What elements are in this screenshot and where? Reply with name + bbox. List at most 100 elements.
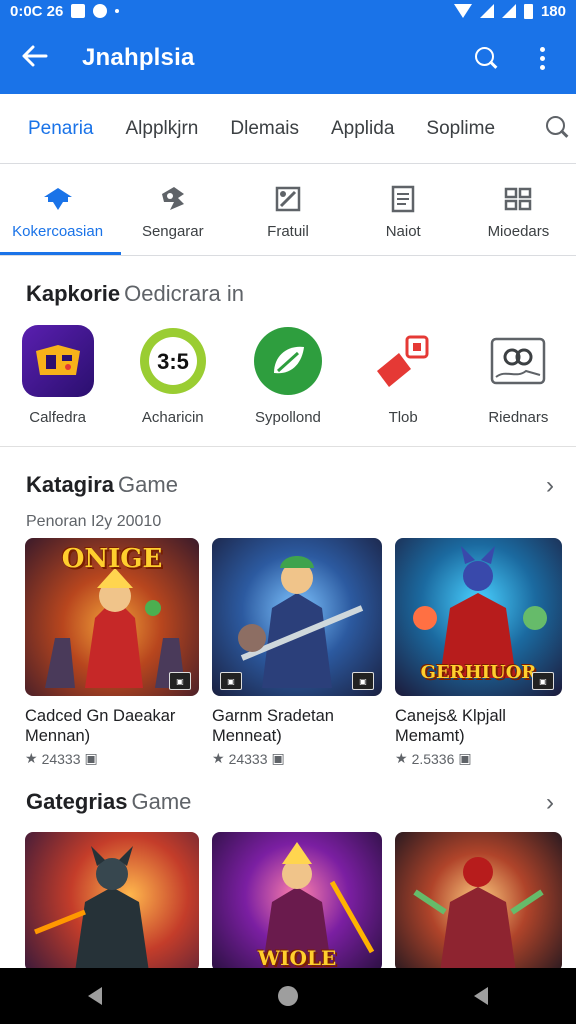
game-card[interactable]: [25, 832, 199, 972]
game-name: Garnm Sradetan Menneat): [212, 707, 334, 745]
search-icon: [475, 47, 497, 69]
section1-more-chevron-icon[interactable]: ›: [546, 472, 554, 500]
more-options-button[interactable]: [522, 38, 562, 78]
search-button[interactable]: [466, 38, 506, 78]
app-label: Acharicin: [141, 409, 204, 426]
svg-text:3:5: 3:5: [157, 349, 189, 374]
game-rating: ★ 2.5336 ▣: [395, 750, 562, 767]
category-label: Fratuil: [267, 223, 309, 240]
notification-icon: [71, 4, 86, 18]
wifi-icon: [453, 4, 472, 18]
home-icon: [43, 188, 72, 210]
nav-back-icon[interactable]: [88, 987, 102, 1005]
game-card[interactable]: WIOLE: [212, 832, 382, 972]
tab-4[interactable]: Soplime: [426, 118, 495, 140]
more-vert-icon: [539, 46, 545, 70]
star-icon: ★: [25, 750, 38, 766]
app-item[interactable]: 3:5 Acharicin: [115, 325, 230, 426]
top-tabs: Penaria Alpplkjrn Dlemais Applida Soplim…: [0, 94, 576, 164]
star-icon: ★: [395, 750, 408, 766]
battery-icon: [523, 3, 533, 19]
game-art: ONIGE ▣: [25, 538, 199, 696]
game-card[interactable]: [395, 832, 562, 972]
battery-text: 180: [540, 2, 566, 20]
game-card[interactable]: ▣ ▣ Garnm Sradetan Menneat) ★ 24333 ▣: [212, 538, 382, 767]
age-rating-badge: ▣: [220, 672, 242, 690]
app-item[interactable]: Sypollond: [230, 325, 345, 426]
system-nav-bar: [0, 968, 576, 1024]
category-tab-2[interactable]: Fratuil: [230, 164, 345, 255]
tab-1[interactable]: Alpplkjrn: [126, 118, 199, 140]
tab-3[interactable]: Applida: [331, 118, 394, 140]
game-card[interactable]: ONIGE ▣ Cadced Gn Daeakar Mennan) ★ 24333…: [25, 538, 199, 767]
pin-icon: [367, 325, 440, 397]
game-art: [395, 832, 562, 972]
game-name: Cadced Gn Daeakar Mennan): [25, 707, 176, 745]
app-bar: Jnahplsia: [0, 22, 576, 94]
divider: [0, 446, 576, 447]
recommended-title: Kapkorie Oedicrara in: [26, 281, 244, 307]
category-tab-1[interactable]: Sengarar: [115, 164, 230, 255]
section1-subtitle: Game: [118, 472, 178, 497]
game-art: WIOLE: [212, 832, 382, 972]
gamepad-icon: ▣: [84, 750, 98, 766]
app-header: 0:0C 26 180 Jnahplsia: [0, 0, 576, 94]
back-arrow-icon[interactable]: [22, 42, 62, 74]
game-rating: ★ 24333 ▣: [25, 750, 199, 767]
document-icon: [391, 185, 415, 213]
section2-subtitle: Game: [131, 789, 192, 814]
app-label: Sypollond: [255, 409, 321, 426]
signal-icon-2: [501, 4, 516, 18]
grid-icon: [505, 187, 532, 211]
game-rating: ★ 24333 ▣: [212, 750, 382, 767]
app-label: Tlob: [388, 409, 418, 426]
section2-heading: Gategrias: [26, 789, 128, 814]
section1-title: Katagira Game: [26, 472, 178, 498]
map-icon: [482, 325, 555, 397]
category-tab-3[interactable]: Naiot: [346, 164, 461, 255]
game-controller-icon: [21, 325, 94, 397]
recommended-apps: Calfedra 3:5 Acharicin Sypollond Tlob Ri…: [0, 325, 576, 426]
category-tab-4[interactable]: Mioedars: [461, 164, 576, 255]
chat-bubble-icon: 3:5: [136, 325, 209, 397]
app-title: Jnahplsia: [82, 44, 195, 71]
category-tab-0[interactable]: Kokercoasian: [0, 164, 122, 255]
rating-value: 2.5336: [411, 750, 455, 767]
gamepad-icon: ▣: [271, 750, 285, 766]
recommended-subtitle: Oedicrara in: [124, 281, 244, 306]
nav-recents-icon[interactable]: [474, 987, 488, 1005]
app-label: Riednars: [488, 409, 549, 426]
rating-value: 24333: [228, 750, 268, 767]
section2-more-chevron-icon[interactable]: ›: [546, 789, 554, 817]
sync-icon: [93, 4, 108, 18]
game-art: GERHIUOR ▣: [395, 538, 562, 696]
status-time: 0:0C 26: [10, 2, 64, 20]
age-rating-badge: ▣: [169, 672, 191, 690]
signal-icon: [479, 4, 494, 18]
game-art: ▣ ▣: [212, 538, 382, 696]
leaf-icon: [251, 325, 324, 397]
recommended-heading: Kapkorie: [26, 281, 121, 306]
game-card[interactable]: GERHIUOR ▣ Canejs& Klpjall Memamt) ★ 2.53…: [395, 538, 562, 767]
app-label: Calfedra: [29, 409, 86, 426]
tab-2[interactable]: Dlemais: [230, 118, 299, 140]
tools-icon: [275, 186, 301, 212]
category-label: Kokercoasian: [12, 223, 104, 240]
star-icon: ★: [212, 750, 225, 766]
game-art: [25, 832, 199, 972]
platform-badge: ▣: [352, 672, 374, 690]
app-item[interactable]: Calfedra: [0, 325, 115, 426]
category-label: Sengarar: [141, 223, 204, 240]
game-name: Canejs& Klpjall Memamt): [395, 707, 506, 745]
tab-0[interactable]: Penaria: [28, 118, 94, 140]
app-item[interactable]: Riednars: [461, 325, 576, 426]
category-tabs: Kokercoasian Sengarar Fratuil Naiot Mioe…: [0, 164, 576, 256]
game-art-title: ONIGE: [61, 544, 163, 574]
app-item[interactable]: Tlob: [346, 325, 461, 426]
nav-home-icon[interactable]: [278, 986, 298, 1006]
age-rating-badge: ▣: [532, 672, 554, 690]
rating-value: 24333: [41, 750, 81, 767]
dot-icon: [115, 9, 120, 13]
section1-heading: Katagira: [26, 472, 115, 497]
category-label: Mioedars: [487, 223, 550, 240]
